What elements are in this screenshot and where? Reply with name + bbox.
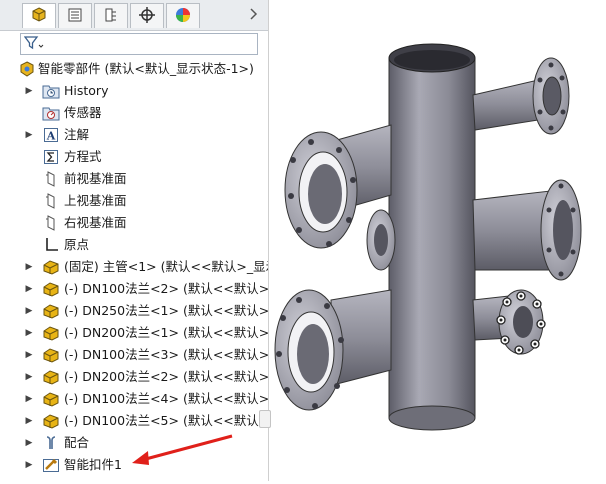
expand-icon[interactable]: ▶: [24, 278, 34, 300]
expand-icon[interactable]: ▶: [24, 256, 34, 278]
expand-icon[interactable]: ▶: [24, 300, 34, 322]
expand-icon[interactable]: ▶: [24, 366, 34, 388]
dimxpert-icon: [138, 6, 156, 27]
annotation-arrow: [132, 434, 233, 465]
component-icon: [42, 258, 60, 276]
tree-item-label: 方程式: [64, 149, 102, 164]
tree-item-component[interactable]: ▶ (-) DN100法兰<5> (默认<<默认>_: [0, 410, 268, 432]
expand-icon[interactable]: ▶: [24, 454, 34, 476]
filter-icon: [23, 35, 44, 54]
tree-item-label: 前视基准面: [64, 171, 127, 186]
tree-item-origin[interactable]: 原点: [0, 234, 268, 256]
tree-item-component[interactable]: ▶ (-) DN250法兰<1> (默认<<默认>_: [0, 300, 268, 322]
tree-item-label: (固定) 主管<1> (默认<<默认>_显示: [64, 259, 268, 274]
tree-item-component[interactable]: ▶ (-) DN100法兰<3> (默认<<默认>_: [0, 344, 268, 366]
svg-text:A: A: [46, 130, 56, 143]
plane-icon: [42, 192, 60, 210]
component-icon: [42, 390, 60, 408]
tree-item-label: 上视基准面: [64, 193, 127, 208]
plane-icon: [42, 170, 60, 188]
tree-item-equations[interactable]: 方程式: [0, 146, 268, 168]
sensor-icon: [42, 104, 60, 122]
tree-item-top-plane[interactable]: 上视基准面: [0, 190, 268, 212]
tab-configuration-manager[interactable]: [94, 3, 128, 28]
tree-item-label: 右视基准面: [64, 215, 127, 230]
tab-property-manager[interactable]: [58, 3, 92, 28]
pipe-assembly-model: [274, 43, 582, 431]
tree-item-label: 注解: [64, 127, 90, 142]
graphics-viewport[interactable]: [269, 0, 606, 481]
tree-item-sensors[interactable]: 传感器: [0, 102, 268, 124]
equation-icon: [42, 148, 60, 166]
tree-item-label: (-) DN100法兰<4> (默认<<默认>_: [64, 391, 268, 406]
tree-item-label: (-) DN200法兰<1> (默认<<默认>_: [64, 325, 268, 340]
property-manager-icon: [66, 6, 84, 27]
component-icon: [42, 324, 60, 342]
tree-item-history[interactable]: ▶ History: [0, 80, 268, 102]
tree-item-label: 传感器: [64, 105, 102, 120]
part-icon: [18, 60, 36, 78]
tree-item-component[interactable]: ▶ (-) DN200法兰<1> (默认<<默认>_: [0, 322, 268, 344]
tree-item-label: (-) DN100法兰<3> (默认<<默认>_: [64, 347, 268, 362]
feature-manager-icon: [30, 6, 48, 27]
tree-item-label: (-) DN200法兰<2> (默认<<默认>_: [64, 369, 268, 384]
expand-icon[interactable]: ▶: [24, 124, 34, 146]
tree-root-label: 智能零部件 (默认<默认_显示状态-1>): [38, 61, 254, 76]
tab-feature-manager[interactable]: [22, 3, 56, 28]
configuration-manager-icon: [102, 6, 120, 27]
component-icon: [42, 368, 60, 386]
tree-item-label: 配合: [64, 435, 90, 450]
component-icon: [42, 412, 60, 430]
tree-item-label: 智能扣件1: [64, 457, 122, 472]
expand-icon[interactable]: ▶: [24, 322, 34, 344]
tree-item-component[interactable]: ▶ (-) DN100法兰<4> (默认<<默认>_: [0, 388, 268, 410]
tree-item-component[interactable]: ▶ (-) DN200法兰<2> (默认<<默认>_: [0, 366, 268, 388]
display-manager-icon: [174, 6, 192, 27]
component-icon: [42, 346, 60, 364]
expand-icon[interactable]: ▶: [24, 344, 34, 366]
panel-tab-bar: [0, 0, 268, 31]
tree-item-annotations[interactable]: ▶ A 注解: [0, 124, 268, 146]
chevron-right-icon: [250, 7, 258, 23]
expand-icon[interactable]: ▶: [24, 432, 34, 454]
tab-scroll-right-button[interactable]: [246, 6, 262, 24]
tab-display-manager[interactable]: [166, 3, 200, 28]
tree-item-label: (-) DN250法兰<1> (默认<<默认>_: [64, 303, 268, 318]
history-folder-icon: [42, 82, 60, 100]
expand-icon[interactable]: ▶: [24, 410, 34, 432]
annotation-icon: A: [42, 126, 60, 144]
tree-item-label: 原点: [64, 237, 90, 252]
component-icon: [42, 302, 60, 320]
smart-fastener-icon: [42, 456, 60, 474]
origin-icon: [42, 236, 60, 254]
tree-item-component[interactable]: ▶ (固定) 主管<1> (默认<<默认>_显示: [0, 256, 268, 278]
tree-item-label: (-) DN100法兰<2> (默认<<默认>_: [64, 281, 268, 296]
tree-root-part[interactable]: 智能零部件 (默认<默认_显示状态-1>): [0, 58, 268, 80]
mates-icon: [42, 434, 60, 452]
tree-item-label: (-) DN100法兰<5> (默认<<默认>_: [64, 413, 268, 428]
tree-item-label: History: [64, 83, 109, 98]
component-icon: [42, 280, 60, 298]
tree-item-front-plane[interactable]: 前视基准面: [0, 168, 268, 190]
tree-item-right-plane[interactable]: 右视基准面: [0, 212, 268, 234]
feature-manager-panel: 智能零部件 (默认<默认_显示状态-1>) ▶ History 传感器 ▶ A …: [0, 0, 271, 481]
expand-icon[interactable]: ▶: [24, 80, 34, 102]
plane-icon: [42, 214, 60, 232]
tab-dimxpert[interactable]: [130, 3, 164, 28]
expand-icon[interactable]: ▶: [24, 388, 34, 410]
tree-item-component[interactable]: ▶ (-) DN100法兰<2> (默认<<默认>_: [0, 278, 268, 300]
feature-tree-filter[interactable]: [20, 33, 258, 55]
